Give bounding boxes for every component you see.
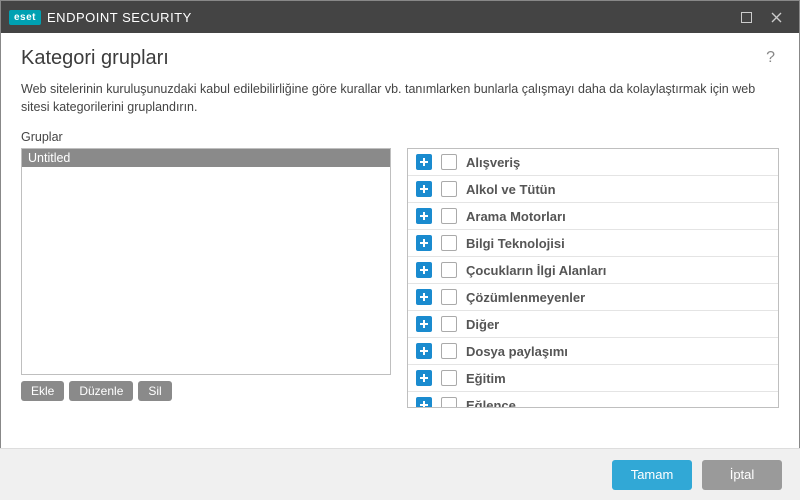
category-checkbox[interactable] bbox=[441, 289, 457, 305]
page-title: Kategori grupları bbox=[21, 47, 169, 70]
expand-icon[interactable] bbox=[416, 181, 432, 197]
brand-badge: eset bbox=[9, 10, 41, 25]
groups-label: Gruplar bbox=[21, 130, 779, 144]
titlebar: eset ENDPOINT SECURITY bbox=[1, 1, 799, 33]
ok-button[interactable]: Tamam bbox=[612, 460, 692, 490]
group-list[interactable]: Untitled bbox=[21, 148, 391, 375]
category-label: Diğer bbox=[466, 317, 499, 332]
group-item[interactable]: Untitled bbox=[22, 149, 390, 167]
expand-icon[interactable] bbox=[416, 208, 432, 224]
category-row: Eğitim bbox=[408, 365, 778, 392]
category-row: Alkol ve Tütün bbox=[408, 176, 778, 203]
category-label: Çözümlenmeyenler bbox=[466, 290, 585, 305]
category-row: Eğlence bbox=[408, 392, 778, 408]
category-checkbox[interactable] bbox=[441, 397, 457, 408]
category-label: Bilgi Teknolojisi bbox=[466, 236, 565, 251]
category-row: Arama Motorları bbox=[408, 203, 778, 230]
category-label: Arama Motorları bbox=[466, 209, 566, 224]
content-area: Kategori grupları ? Web sitelerinin kuru… bbox=[1, 33, 799, 408]
expand-icon[interactable] bbox=[416, 154, 432, 170]
footer: Tamam İptal bbox=[0, 448, 800, 500]
category-list[interactable]: Alışveriş Alkol ve Tütün Arama Motorları Bi… bbox=[407, 148, 779, 408]
category-row: Bilgi Teknolojisi bbox=[408, 230, 778, 257]
expand-icon[interactable] bbox=[416, 262, 432, 278]
help-icon[interactable]: ? bbox=[762, 47, 779, 69]
window-maximize-button[interactable] bbox=[731, 1, 761, 33]
brand-title: ENDPOINT SECURITY bbox=[47, 10, 192, 25]
category-row: Alışveriş bbox=[408, 149, 778, 176]
category-row: Çözümlenmeyenler bbox=[408, 284, 778, 311]
expand-icon[interactable] bbox=[416, 343, 432, 359]
category-checkbox[interactable] bbox=[441, 181, 457, 197]
category-checkbox[interactable] bbox=[441, 154, 457, 170]
expand-icon[interactable] bbox=[416, 235, 432, 251]
edit-button[interactable]: Düzenle bbox=[69, 381, 133, 401]
category-label: Dosya paylaşımı bbox=[466, 344, 568, 359]
expand-icon[interactable] bbox=[416, 289, 432, 305]
close-icon bbox=[771, 12, 782, 23]
category-row: Çocukların İlgi Alanları bbox=[408, 257, 778, 284]
expand-icon[interactable] bbox=[416, 397, 432, 408]
category-row: Dosya paylaşımı bbox=[408, 338, 778, 365]
window-close-button[interactable] bbox=[761, 1, 791, 33]
groups-panel: Untitled Ekle Düzenle Sil bbox=[21, 148, 391, 408]
category-checkbox[interactable] bbox=[441, 316, 457, 332]
group-actions: Ekle Düzenle Sil bbox=[21, 381, 391, 401]
category-checkbox[interactable] bbox=[441, 343, 457, 359]
category-label: Çocukların İlgi Alanları bbox=[466, 263, 606, 278]
category-label: Alkol ve Tütün bbox=[466, 182, 556, 197]
category-checkbox[interactable] bbox=[441, 262, 457, 278]
page-description: Web sitelerinin kuruluşunuzdaki kabul ed… bbox=[21, 80, 779, 116]
expand-icon[interactable] bbox=[416, 316, 432, 332]
category-checkbox[interactable] bbox=[441, 370, 457, 386]
category-checkbox[interactable] bbox=[441, 235, 457, 251]
delete-button[interactable]: Sil bbox=[138, 381, 171, 401]
category-checkbox[interactable] bbox=[441, 208, 457, 224]
category-label: Eğlence bbox=[466, 398, 516, 409]
maximize-icon bbox=[741, 12, 752, 23]
category-label: Eğitim bbox=[466, 371, 506, 386]
add-button[interactable]: Ekle bbox=[21, 381, 64, 401]
expand-icon[interactable] bbox=[416, 370, 432, 386]
cancel-button[interactable]: İptal bbox=[702, 460, 782, 490]
category-label: Alışveriş bbox=[466, 155, 520, 170]
category-row: Diğer bbox=[408, 311, 778, 338]
categories-panel: Alışveriş Alkol ve Tütün Arama Motorları Bi… bbox=[407, 148, 779, 408]
